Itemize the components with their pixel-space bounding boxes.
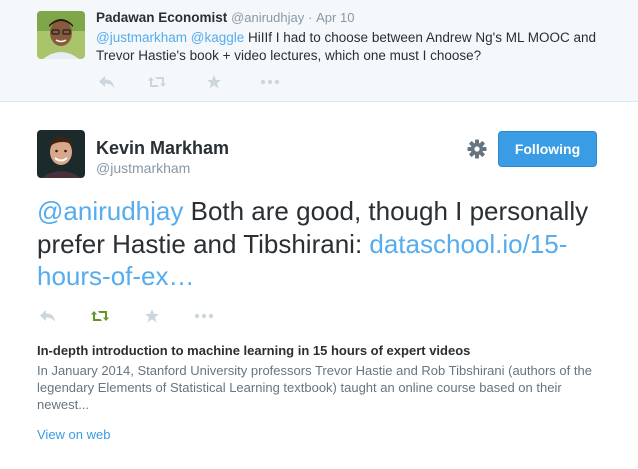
reply-icon bbox=[99, 76, 114, 88]
card-title[interactable]: In-depth introduction to machine learnin… bbox=[37, 343, 470, 358]
parent-tweet-text: @justmarkham @kaggle HiIIf I had to choo… bbox=[96, 29, 616, 64]
main-author-name[interactable]: Kevin Markham bbox=[96, 138, 229, 159]
retweet-icon bbox=[148, 77, 166, 87]
card-description: In January 2014, Stanford University pro… bbox=[37, 363, 592, 412]
mention-link[interactable]: @kaggle bbox=[191, 30, 245, 45]
reply-icon bbox=[40, 310, 55, 322]
main-author-handle[interactable]: @justmarkham bbox=[96, 160, 190, 176]
main-tweet: Kevin Markham @justmarkham Following @an… bbox=[0, 102, 638, 469]
parent-tweet-date[interactable]: Apr 10 bbox=[316, 10, 354, 25]
parent-tweet-header: Padawan Economist @anirudhjay · Apr 10 bbox=[96, 10, 354, 25]
view-on-web-link[interactable]: View on web bbox=[37, 427, 110, 442]
more-icon bbox=[260, 79, 280, 85]
gear-icon[interactable] bbox=[466, 138, 488, 160]
parent-author-handle[interactable]: @anirudhjay bbox=[231, 10, 304, 25]
parent-author-avatar[interactable] bbox=[37, 11, 85, 59]
more-icon bbox=[194, 313, 214, 319]
main-tweet-text: @anirudhjay Both are good, though I pers… bbox=[37, 195, 617, 293]
header-separator: · bbox=[308, 10, 313, 25]
parent-author-name[interactable]: Padawan Economist bbox=[96, 10, 227, 25]
parent-tweet[interactable]: Padawan Economist @anirudhjay · Apr 10 @… bbox=[0, 0, 638, 102]
favorite-button[interactable] bbox=[203, 72, 225, 92]
retweet-button[interactable] bbox=[146, 72, 168, 92]
more-button[interactable] bbox=[193, 306, 215, 326]
reply-button[interactable] bbox=[96, 72, 118, 92]
reply-button[interactable] bbox=[37, 306, 59, 326]
favorite-button[interactable] bbox=[141, 306, 163, 326]
main-author-avatar[interactable] bbox=[37, 130, 85, 178]
following-button[interactable]: Following bbox=[498, 131, 597, 167]
more-button[interactable] bbox=[259, 72, 281, 92]
mention-link[interactable]: @justmarkham bbox=[96, 30, 187, 45]
retweet-icon bbox=[91, 311, 109, 321]
favorite-icon bbox=[145, 309, 159, 323]
favorite-icon bbox=[207, 75, 221, 89]
retweet-button[interactable] bbox=[89, 306, 111, 326]
mention-link[interactable]: @anirudhjay bbox=[37, 196, 183, 226]
